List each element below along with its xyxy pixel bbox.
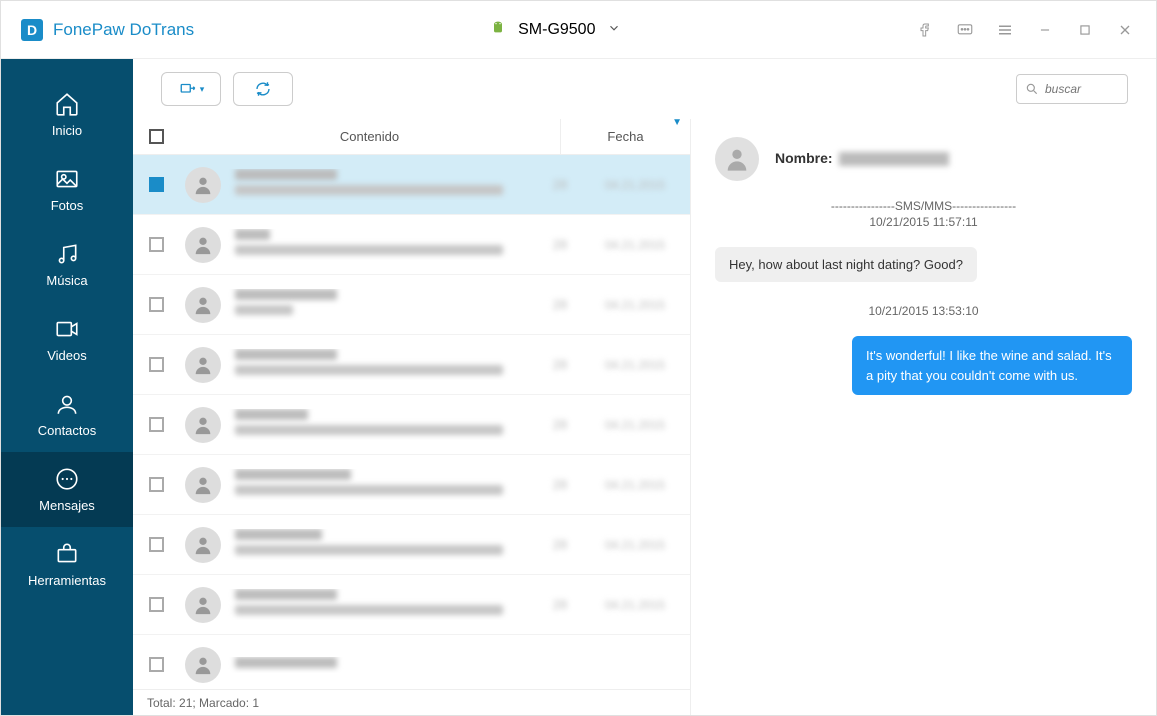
search-box[interactable]	[1016, 74, 1128, 104]
message-rows[interactable]: 2804.21.2015 2804.21.2015 2804.21.2015	[133, 155, 690, 689]
row-checkbox[interactable]	[149, 417, 164, 432]
avatar-icon	[185, 587, 221, 623]
table-row[interactable]: 2804.21.2015	[133, 335, 690, 395]
outgoing-message: It's wonderful! I like the wine and sala…	[852, 336, 1132, 395]
sidebar-item-herramientas[interactable]: Herramientas	[1, 527, 133, 602]
chevron-down-icon: ▾	[200, 84, 205, 95]
sidebar-item-label: Mensajes	[39, 498, 95, 513]
sidebar-item-label: Contactos	[38, 423, 97, 438]
app-logo: D FonePaw DoTrans	[21, 19, 194, 41]
avatar-icon	[185, 287, 221, 323]
row-checkbox[interactable]	[149, 537, 164, 552]
search-input[interactable]	[1045, 82, 1115, 96]
sidebar-item-mensajes[interactable]: Mensajes	[1, 452, 133, 527]
sidebar-item-label: Herramientas	[28, 573, 106, 588]
sidebar-item-videos[interactable]: Videos	[1, 302, 133, 377]
row-checkbox[interactable]	[149, 657, 164, 672]
sidebar-item-inicio[interactable]: Inicio	[1, 77, 133, 152]
music-icon	[54, 241, 80, 267]
row-checkbox[interactable]	[149, 477, 164, 492]
tools-icon	[54, 541, 80, 567]
row-checkbox[interactable]	[149, 237, 164, 252]
maximize-button[interactable]	[1074, 19, 1096, 41]
device-name: SM-G9500	[518, 21, 595, 39]
export-button[interactable]: ▾	[161, 72, 221, 106]
avatar-icon	[185, 407, 221, 443]
android-icon	[490, 19, 506, 40]
menu-icon[interactable]	[994, 19, 1016, 41]
sidebar: Inicio Fotos Música Videos Contactos Men…	[1, 59, 133, 715]
sort-arrow-icon: ▼	[672, 119, 682, 128]
avatar-icon	[185, 347, 221, 383]
feedback-icon[interactable]	[954, 19, 976, 41]
message-detail: Nombre: ----------------SMS/MMS---------…	[691, 119, 1156, 715]
sidebar-item-label: Inicio	[52, 123, 82, 138]
search-icon	[1025, 82, 1039, 96]
sms-divider: ----------------SMS/MMS----------------	[715, 199, 1132, 213]
photos-icon	[54, 166, 80, 192]
sidebar-item-label: Música	[46, 273, 87, 288]
table-row[interactable]: 2804.21.2015	[133, 215, 690, 275]
timestamp: 10/21/2015 11:57:11	[715, 215, 1132, 229]
column-content[interactable]: Contenido	[179, 129, 560, 144]
row-checkbox[interactable]	[149, 597, 164, 612]
messages-icon	[54, 466, 80, 492]
table-row[interactable]: 2804.21.2015	[133, 455, 690, 515]
sidebar-item-label: Fotos	[51, 198, 84, 213]
avatar-icon	[185, 227, 221, 263]
sidebar-item-contactos[interactable]: Contactos	[1, 377, 133, 452]
device-selector[interactable]: SM-G9500	[474, 13, 637, 46]
facebook-icon[interactable]	[914, 19, 936, 41]
table-row[interactable]: 2804.21.2015	[133, 395, 690, 455]
sidebar-item-musica[interactable]: Música	[1, 227, 133, 302]
row-checkbox[interactable]	[149, 357, 164, 372]
table-row[interactable]: 2804.21.2015	[133, 515, 690, 575]
avatar-icon	[185, 527, 221, 563]
contacts-icon	[54, 391, 80, 417]
app-title: FonePaw DoTrans	[53, 20, 194, 40]
name-label: Nombre:	[775, 150, 833, 166]
videos-icon	[54, 316, 80, 342]
table-row[interactable]: 2804.21.2015	[133, 275, 690, 335]
row-checkbox[interactable]	[149, 297, 164, 312]
contact-avatar	[715, 137, 759, 181]
column-date[interactable]: Fecha▼	[560, 119, 690, 154]
chevron-down-icon	[607, 21, 621, 38]
avatar-icon	[185, 647, 221, 683]
table-row[interactable]: 2804.21.2015	[133, 575, 690, 635]
minimize-button[interactable]	[1034, 19, 1056, 41]
sidebar-item-fotos[interactable]: Fotos	[1, 152, 133, 227]
sidebar-item-label: Videos	[47, 348, 87, 363]
logo-icon: D	[21, 19, 43, 41]
avatar-icon	[185, 167, 221, 203]
avatar-icon	[185, 467, 221, 503]
incoming-message: Hey, how about last night dating? Good?	[715, 247, 977, 282]
list-header: Contenido Fecha▼	[133, 119, 690, 155]
home-icon	[54, 91, 80, 117]
row-checkbox[interactable]	[149, 177, 164, 192]
close-button[interactable]	[1114, 19, 1136, 41]
refresh-button[interactable]	[233, 72, 293, 106]
table-row[interactable]	[133, 635, 690, 689]
contact-name-blurred	[839, 152, 949, 166]
table-row[interactable]: 2804.21.2015	[133, 155, 690, 215]
timestamp: 10/21/2015 13:53:10	[715, 304, 1132, 318]
status-bar: Total: 21; Marcado: 1	[133, 689, 690, 715]
select-all-checkbox[interactable]	[149, 129, 164, 144]
